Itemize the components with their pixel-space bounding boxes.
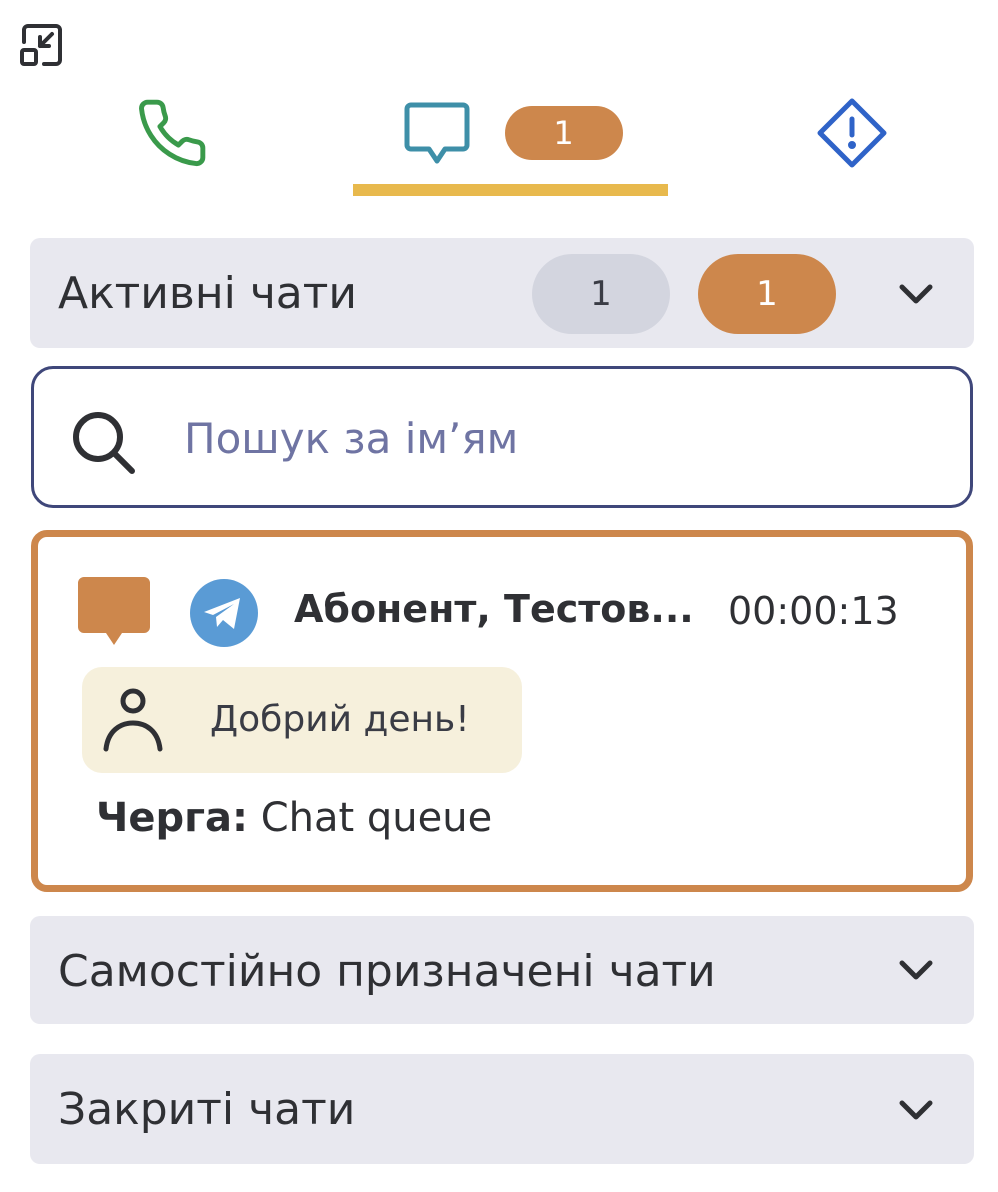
active-tab-indicator (353, 184, 668, 196)
search-box (31, 366, 973, 508)
last-message-text: Добрий день! (210, 699, 470, 740)
tab-calls[interactable] (130, 88, 214, 178)
section-active-chats[interactable]: Активні чати 1 1 (30, 238, 974, 348)
phone-icon (139, 99, 206, 167)
channel-tabs: 1 (0, 88, 998, 200)
queue-value: Chat queue (260, 795, 493, 841)
contact-name: Абонент, Тестов... (294, 587, 694, 631)
queue-info: Черга: Chat queue (96, 795, 492, 841)
section-self-assigned-chats[interactable]: Самостійно призначені чати (30, 916, 974, 1024)
search-icon (73, 412, 135, 474)
chat-bubble-icon (78, 577, 150, 645)
chevron-down-icon[interactable] (896, 274, 936, 314)
telegram-icon (190, 579, 258, 647)
minimize-window-icon (20, 24, 62, 66)
person-icon (103, 688, 163, 752)
minimize-button[interactable] (16, 20, 66, 70)
chat-bubble-icon (404, 102, 469, 164)
last-message-bubble: Добрий день! (82, 667, 522, 773)
section-title: Активні чати (58, 268, 357, 319)
tab-chats[interactable]: 1 (355, 88, 668, 178)
section-title: Самостійно призначені чати (58, 946, 716, 997)
chevron-down-icon[interactable] (896, 950, 936, 990)
queue-label: Черга: (96, 795, 248, 841)
unread-count-badge: 1 (698, 254, 836, 334)
search-input[interactable] (184, 403, 924, 473)
tab-alerts[interactable] (810, 88, 894, 178)
section-title: Закриті чати (58, 1084, 356, 1135)
alert-diamond-icon (817, 98, 887, 168)
chat-tab-badge: 1 (504, 106, 623, 160)
total-count-badge: 1 (532, 254, 670, 334)
chevron-down-icon[interactable] (896, 1090, 936, 1130)
chat-timer: 00:00:13 (728, 589, 899, 633)
section-closed-chats[interactable]: Закриті чати (30, 1054, 974, 1164)
chat-list-item[interactable]: Абонент, Тестов... 00:00:13 Добрий день!… (31, 530, 973, 892)
